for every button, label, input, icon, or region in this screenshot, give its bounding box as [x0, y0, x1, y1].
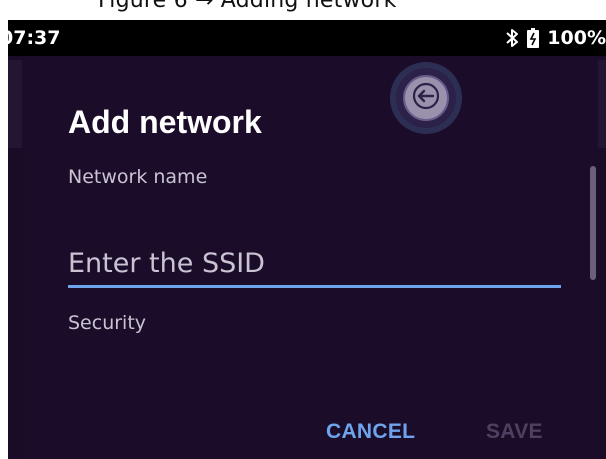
battery-icon	[527, 28, 540, 48]
caption-text: Figure 6 → Adding network	[98, 0, 397, 13]
background-card-edge-left	[8, 60, 22, 148]
add-network-dialog: Add network Network name Security CANCEL…	[22, 56, 598, 459]
back-button-ring	[396, 68, 456, 128]
save-button[interactable]: SAVE	[486, 420, 543, 444]
status-time: 07:37	[8, 27, 61, 49]
bluetooth-icon	[505, 28, 519, 48]
background-card-edge-right	[598, 60, 606, 148]
device-screen: 07:37 100%	[8, 20, 606, 459]
cancel-button[interactable]: CANCEL	[326, 420, 415, 444]
arrow-left-icon	[411, 81, 441, 115]
status-bar: 07:37 100%	[8, 20, 606, 56]
network-name-label: Network name	[68, 166, 208, 188]
security-label[interactable]: Security	[68, 312, 146, 334]
status-icons: 100%	[505, 27, 606, 49]
back-button-face	[403, 75, 449, 121]
battery-percent: 100%	[547, 27, 606, 49]
back-button[interactable]	[390, 62, 462, 134]
dialog-title: Add network	[68, 104, 262, 140]
ssid-input[interactable]	[68, 242, 561, 288]
document-caption: Figure 6 → Adding network	[0, 0, 606, 22]
scrollbar-thumb[interactable]	[590, 166, 596, 280]
